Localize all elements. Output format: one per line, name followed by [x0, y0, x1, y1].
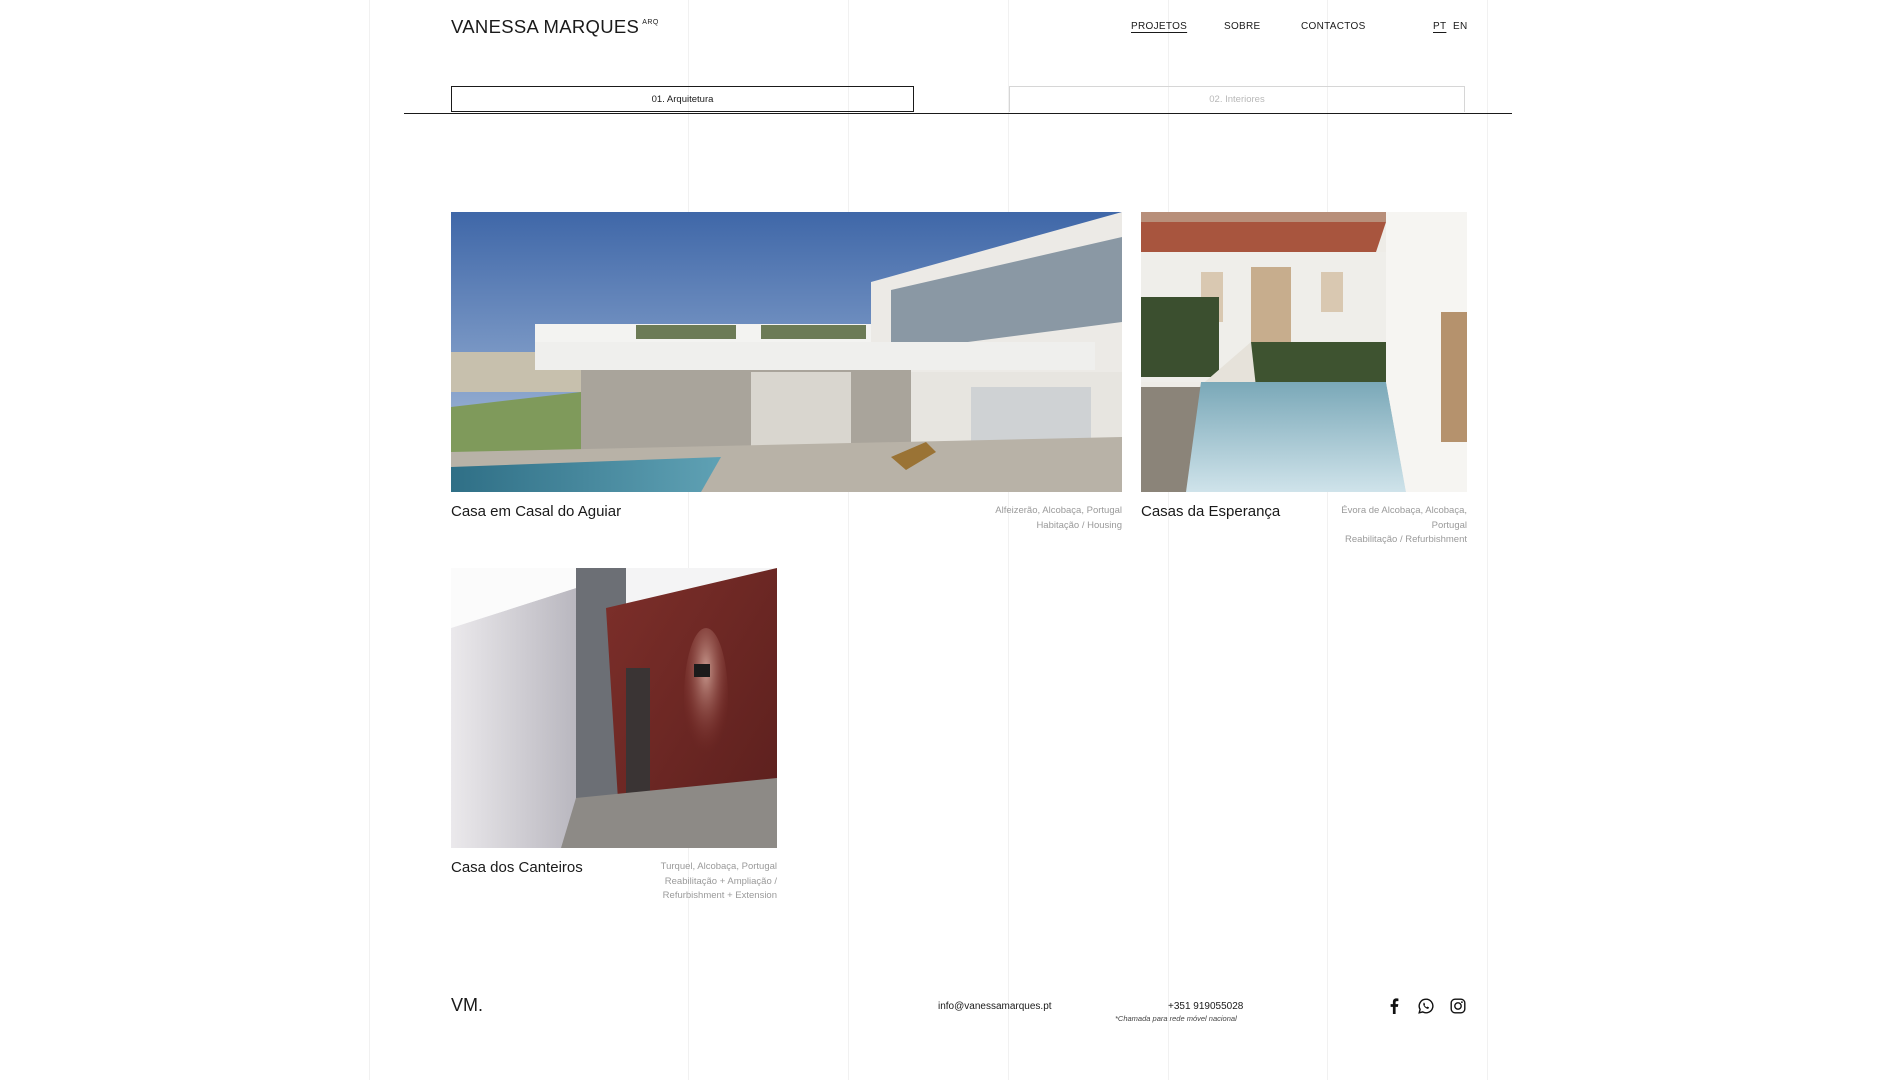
project-title[interactable]: Casas da Esperança	[1141, 503, 1280, 520]
tab-arquitetura[interactable]: 01. Arquitetura	[451, 86, 914, 112]
grid-line	[1008, 0, 1009, 1080]
nav-contactos[interactable]: CONTACTOS	[1301, 21, 1366, 32]
project-category: Habitação / Housing	[1036, 519, 1122, 531]
project-image-casal-do-aguiar[interactable]	[451, 212, 1122, 492]
project-image-casa-dos-canteiros[interactable]	[451, 568, 777, 848]
footer-logo[interactable]: VM.	[451, 995, 483, 1016]
nav-sobre[interactable]: SOBRE	[1224, 21, 1261, 32]
footer-email-link[interactable]: info@vanessamarques.pt	[938, 1001, 1052, 1012]
project-location: Turquel, Alcobaça, Portugal	[660, 861, 777, 872]
grid-line	[369, 0, 370, 1080]
project-title[interactable]: Casa em Casal do Aguiar	[451, 503, 621, 520]
project-location-country: Portugal	[1431, 519, 1467, 531]
brand-name: VANESSA MARQUES	[451, 16, 640, 37]
project-title[interactable]: Casa dos Canteiros	[451, 859, 583, 876]
project-category-en: Refurbishment + Extension	[662, 890, 777, 901]
project-meta: Évora de Alcobaça, Alcobaça, Portugal Re…	[1297, 504, 1467, 548]
brand-suffix: ARQ	[642, 19, 659, 26]
project-location: Évora de Alcobaça, Alcobaça,	[1341, 505, 1467, 516]
project-meta: Alfeizerão, Alcobaça, Portugal Habitação…	[952, 504, 1122, 533]
project-meta: Turquel, Alcobaça, Portugal Reabilitação…	[607, 860, 777, 904]
grid-line	[848, 0, 849, 1080]
brand-logo[interactable]: VANESSA MARQUES ARQ	[451, 16, 659, 38]
lang-en[interactable]: EN	[1453, 21, 1468, 32]
grid-line	[1168, 0, 1169, 1080]
project-image-casas-da-esperanca[interactable]	[1141, 212, 1467, 492]
footer-phone-note: *Chamada para rede móvel nacional	[1115, 1014, 1237, 1023]
instagram-icon[interactable]	[1449, 997, 1467, 1015]
facebook-icon[interactable]	[1385, 997, 1403, 1015]
project-location: Alfeizerão, Alcobaça, Portugal	[995, 505, 1122, 516]
whatsapp-icon[interactable]	[1417, 997, 1435, 1015]
nav-projetos[interactable]: PROJETOS	[1131, 21, 1187, 32]
tabs-divider	[404, 113, 1512, 114]
project-category: Reabilitação + Ampliação /	[664, 875, 777, 887]
lang-pt[interactable]: PT	[1433, 21, 1446, 32]
tab-interiores[interactable]: 02. Interiores	[1009, 86, 1465, 112]
grid-line	[688, 0, 689, 1080]
project-category: Reabilitação / Refurbishment	[1345, 534, 1467, 545]
grid-line	[1487, 0, 1488, 1080]
footer-phone-link[interactable]: +351 919055028	[1168, 1001, 1243, 1012]
